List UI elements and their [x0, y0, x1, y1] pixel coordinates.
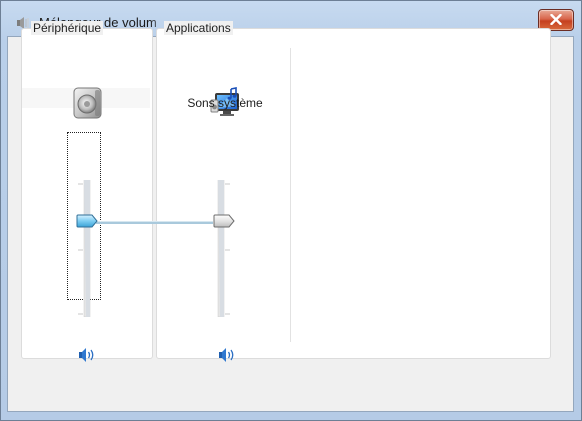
- channel-label-system-sounds: Sons système: [187, 96, 263, 110]
- system-sounds-mute-button[interactable]: [218, 347, 238, 363]
- volume-link-line: [96, 221, 213, 224]
- device-mute-button[interactable]: [78, 347, 98, 363]
- close-icon: [550, 14, 562, 25]
- channel-separator: [290, 48, 291, 342]
- device-volume-track[interactable]: [74, 180, 94, 317]
- speaker-device-icon[interactable]: [71, 86, 105, 123]
- speaker-volume-icon: [79, 348, 94, 362]
- device-volume-thumb[interactable]: [76, 214, 98, 228]
- system-sounds-volume-thumb[interactable]: [213, 214, 235, 228]
- applications-group-label: Applications: [164, 21, 233, 35]
- speaker-volume-icon: [219, 348, 234, 362]
- device-group-label: Périphérique: [31, 21, 104, 35]
- system-sounds-volume-track[interactable]: [210, 180, 230, 317]
